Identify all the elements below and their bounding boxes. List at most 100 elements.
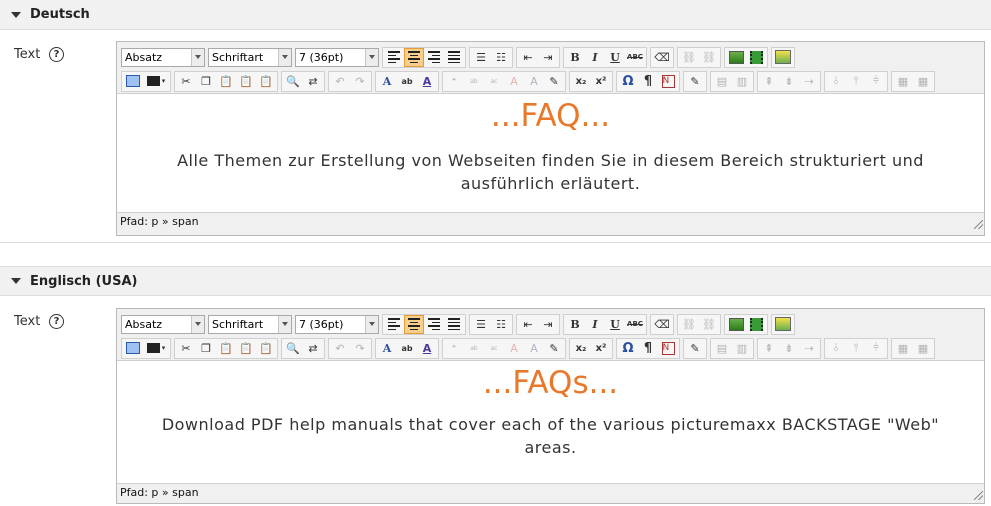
edit-icon[interactable]: ✎ [685, 339, 705, 358]
copy-icon[interactable]: ❐ [196, 72, 216, 91]
unlink-icon[interactable]: ⛓ [699, 315, 719, 334]
table-split-icon[interactable]: ▦ [893, 339, 913, 358]
col-after-icon[interactable]: ⫯ [846, 72, 866, 91]
paste-text-icon[interactable]: 📋 [236, 72, 256, 91]
bullet-list-icon[interactable]: ☰ [471, 315, 491, 334]
abbr-icon[interactable]: ab [464, 72, 484, 91]
subscript-icon[interactable]: x₂ [571, 339, 591, 358]
table-merge-icon[interactable]: ▦ [913, 339, 933, 358]
unlink-icon[interactable]: ⛓ [699, 48, 719, 67]
pilcrow-icon[interactable]: ¶ [638, 72, 658, 91]
bold-icon[interactable]: B [565, 315, 585, 334]
abbr-icon[interactable]: ab [464, 339, 484, 358]
quote-icon[interactable]: ❝ [444, 72, 464, 91]
source-code-icon[interactable]: ▾ [143, 72, 169, 91]
pilcrow-icon[interactable]: ¶ [638, 339, 658, 358]
table-col-icon[interactable]: ▥ [732, 339, 752, 358]
insert-mark-icon[interactable]: A [524, 72, 544, 91]
row-before-icon[interactable]: ⇞ [759, 339, 779, 358]
paste-icon[interactable]: 📋 [216, 339, 236, 358]
collapse-caret-icon[interactable] [11, 11, 21, 18]
attributes-icon[interactable]: ✎ [544, 72, 564, 91]
omega-icon[interactable]: Ω [618, 72, 638, 91]
align-right-icon[interactable] [424, 48, 444, 67]
row-after-icon[interactable]: ⇟ [779, 339, 799, 358]
table-row-icon[interactable]: ▤ [712, 72, 732, 91]
row-delete-icon[interactable]: ⇢ [799, 339, 819, 358]
align-justify-icon[interactable] [444, 315, 464, 334]
table-row-icon[interactable]: ▤ [712, 339, 732, 358]
superscript-icon[interactable]: x² [591, 72, 611, 91]
size-select[interactable]: 7 (36pt) [295, 47, 379, 67]
bullet-list-icon[interactable]: ☰ [471, 48, 491, 67]
paste-word-icon[interactable]: 📋 [256, 72, 276, 91]
row-before-icon[interactable]: ⇞ [759, 72, 779, 91]
col-delete-icon[interactable]: ⫩ [866, 339, 886, 358]
numbered-list-icon[interactable]: ☷ [491, 315, 511, 334]
acronym-icon[interactable]: ac [484, 339, 504, 358]
italic-icon[interactable]: I [585, 48, 605, 67]
styles-icon[interactable]: A [417, 339, 437, 358]
picture-icon[interactable] [773, 48, 793, 67]
size-select[interactable]: 7 (36pt) [295, 314, 379, 334]
styles-icon[interactable]: A [417, 72, 437, 91]
cut-icon[interactable]: ✂ [176, 72, 196, 91]
resize-handle-icon[interactable] [974, 491, 983, 500]
link-icon[interactable]: ⛓ [679, 48, 699, 67]
numbered-list-icon[interactable]: ☷ [491, 48, 511, 67]
omega-icon[interactable]: Ω [618, 339, 638, 358]
paste-word-icon[interactable]: 📋 [256, 339, 276, 358]
indent-icon[interactable]: ⇥ [538, 315, 558, 334]
acronym-icon[interactable]: ac [484, 72, 504, 91]
help-icon[interactable]: ? [49, 314, 64, 329]
align-left-icon[interactable] [384, 315, 404, 334]
bold-icon[interactable]: B [565, 48, 585, 67]
undo-icon[interactable]: ↶ [330, 72, 350, 91]
help-icon[interactable]: ? [49, 47, 64, 62]
eraser-icon[interactable]: ⌫ [652, 48, 672, 67]
table-split-icon[interactable]: ▦ [893, 72, 913, 91]
font-select[interactable]: Schriftart [208, 47, 292, 67]
quote-icon[interactable]: ❝ [444, 339, 464, 358]
indent-icon[interactable]: ⇥ [538, 48, 558, 67]
superscript-icon[interactable]: x² [591, 339, 611, 358]
strikethrough-icon[interactable]: ABC [625, 315, 645, 334]
eraser-icon[interactable]: ⌫ [652, 315, 672, 334]
col-delete-icon[interactable]: ⫩ [866, 72, 886, 91]
fullscreen-icon[interactable] [123, 339, 143, 358]
align-center-icon[interactable] [404, 314, 424, 334]
align-center-icon[interactable] [404, 47, 424, 67]
row-after-icon[interactable]: ⇟ [779, 72, 799, 91]
section-header-deutsch[interactable]: Deutsch [0, 0, 991, 30]
subscript-icon[interactable]: x₂ [571, 72, 591, 91]
delete-mark-icon[interactable]: A [504, 339, 524, 358]
link-icon[interactable]: ⛓ [679, 315, 699, 334]
align-right-icon[interactable] [424, 315, 444, 334]
table-merge-icon[interactable]: ▦ [913, 72, 933, 91]
delete-mark-icon[interactable]: A [504, 72, 524, 91]
col-before-icon[interactable]: ⫰ [826, 72, 846, 91]
nonbreaking-icon[interactable]: N [658, 72, 678, 91]
undo-icon[interactable]: ↶ [330, 339, 350, 358]
nonbreaking-icon[interactable]: N [658, 339, 678, 358]
source-code-icon[interactable]: ▾ [143, 339, 169, 358]
redo-icon[interactable]: ↷ [350, 339, 370, 358]
italic-icon[interactable]: I [585, 315, 605, 334]
resize-handle-icon[interactable] [974, 220, 983, 229]
editor-content-area[interactable]: ...FAQ... Alle Themen zur Erstellung von… [117, 93, 984, 213]
highlight-icon[interactable]: ab [397, 339, 417, 358]
strikethrough-icon[interactable]: ABC [625, 48, 645, 67]
paste-icon[interactable]: 📋 [216, 72, 236, 91]
underline-icon[interactable]: U [605, 48, 625, 67]
cut-icon[interactable]: ✂ [176, 339, 196, 358]
align-left-icon[interactable] [384, 48, 404, 67]
outdent-icon[interactable]: ⇤ [518, 315, 538, 334]
collapse-caret-icon[interactable] [11, 278, 21, 284]
section-header-englisch[interactable]: Englisch (USA) [0, 266, 991, 296]
image-icon[interactable] [726, 315, 746, 334]
replace-icon[interactable]: ⇄ [303, 339, 323, 358]
col-after-icon[interactable]: ⫯ [846, 339, 866, 358]
highlight-icon[interactable]: ab [397, 72, 417, 91]
film-icon[interactable] [746, 48, 766, 67]
insert-mark-icon[interactable]: A [524, 339, 544, 358]
